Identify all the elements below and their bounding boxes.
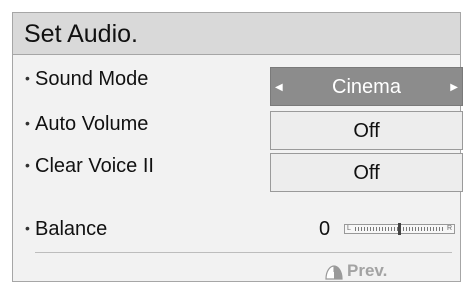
auto-volume-label[interactable]: Auto Volume <box>35 112 148 136</box>
balance-slider[interactable]: L R <box>344 223 455 235</box>
mouse-icon <box>325 265 343 280</box>
sound-mode-label[interactable]: Sound Mode <box>35 67 148 91</box>
balance-value: 0 <box>319 218 331 240</box>
clear-voice-selector[interactable]: Off <box>270 153 463 192</box>
dialog-title: Set Audio. <box>24 20 138 48</box>
title-bar: Set Audio. <box>13 13 460 55</box>
bullet-auto-volume: • <box>25 115 30 131</box>
clear-voice-label[interactable]: Clear Voice II <box>35 154 154 178</box>
balance-label[interactable]: Balance <box>35 217 107 241</box>
auto-volume-value: Off <box>353 120 380 142</box>
arrow-left-icon[interactable]: ◀ <box>275 68 283 107</box>
arrow-right-icon[interactable]: ▶ <box>450 68 458 107</box>
footer-divider <box>35 252 452 253</box>
slider-left-label: L <box>347 225 351 232</box>
slider-thumb[interactable] <box>398 223 401 235</box>
clear-voice-value: Off <box>353 162 380 184</box>
auto-volume-selector[interactable]: Off <box>270 111 463 150</box>
bullet-sound-mode: • <box>25 70 30 86</box>
sound-mode-selector[interactable]: ◀ Cinema ▶ <box>270 67 463 106</box>
slider-right-label: R <box>446 225 452 232</box>
set-audio-dialog: Set Audio. • Sound Mode • Auto Volume • … <box>12 12 463 282</box>
bullet-balance: • <box>25 220 30 236</box>
sound-mode-value: Cinema <box>332 76 401 98</box>
prev-label: Prev. <box>347 261 388 280</box>
bullet-clear-voice: • <box>25 157 30 173</box>
